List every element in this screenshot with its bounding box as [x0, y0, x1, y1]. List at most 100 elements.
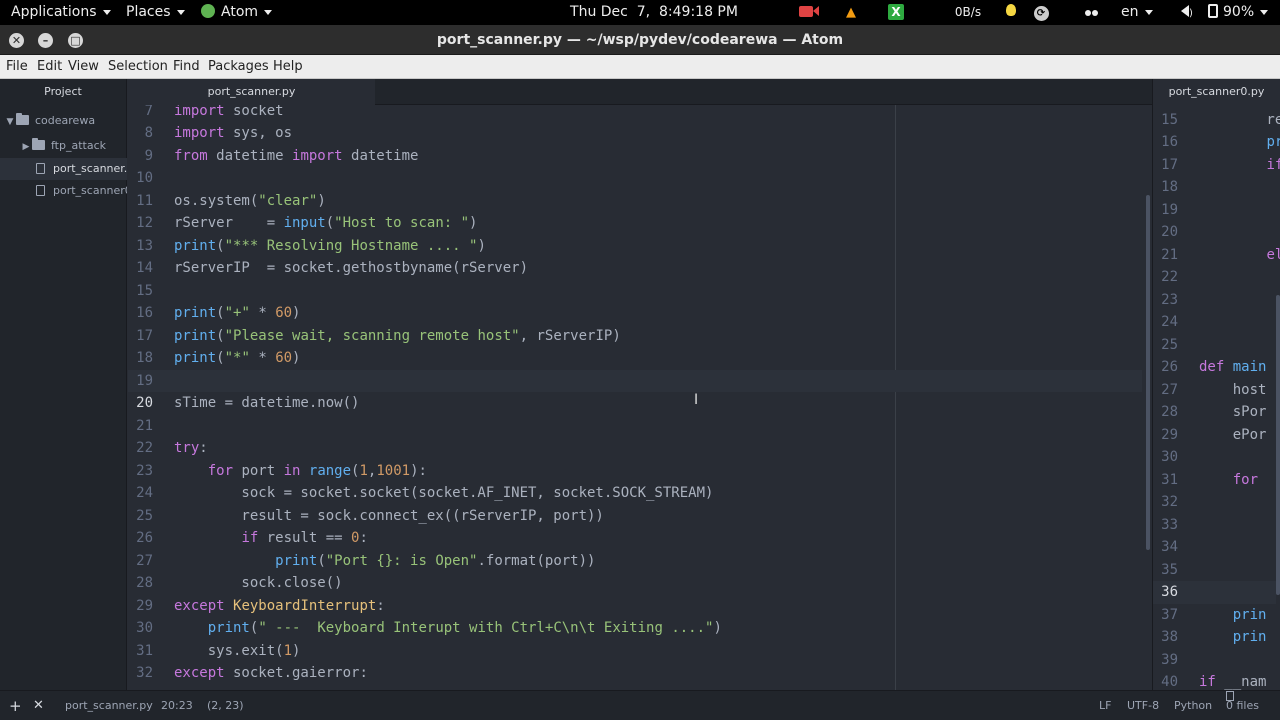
close-icon[interactable]: ✕ [33, 691, 44, 720]
code-line[interactable]: 30 [1153, 446, 1276, 469]
code-token: main [1232, 359, 1267, 375]
code-line[interactable]: 14 rServerIP = socket.gethostbyname(rServ… [128, 257, 1142, 280]
code-line[interactable]: 32 except socket.gaierror: [128, 662, 1142, 685]
code-line[interactable]: 28 sock.close() [128, 572, 1142, 595]
code-line[interactable]: 18 print("*" * 60) [128, 347, 1142, 370]
code-token: sPor [1199, 404, 1267, 420]
power-menu[interactable]: 90% [1208, 0, 1269, 25]
menu-file[interactable]: File [6, 55, 28, 79]
menu-view[interactable]: View [68, 55, 99, 79]
tab-port-scanner0[interactable]: port_scanner0.py [1153, 79, 1280, 105]
code-line[interactable]: 37 prin [1153, 604, 1276, 627]
line-number: 13 [136, 237, 153, 254]
code-line[interactable]: 12 rServer = input("Host to scan: ") [128, 212, 1142, 235]
code-line[interactable]: 40 if __nam [1153, 671, 1276, 690]
code-line[interactable]: 26 def main [1153, 356, 1276, 379]
menu-find[interactable]: Find [173, 55, 200, 79]
code-line[interactable]: 28 sPor [1153, 401, 1276, 424]
code-line[interactable]: 19 [128, 369, 1142, 392]
code-line[interactable]: 22 try: [128, 437, 1142, 460]
code-line[interactable]: 10 [128, 167, 1142, 190]
code-line[interactable]: 13 print("*** Resolving Hostname .... ") [128, 235, 1142, 258]
pointer-icon[interactable]: ⟳ [1032, 4, 1050, 21]
code-line[interactable]: 27 print("Port {}: is Open".format(port)… [128, 550, 1142, 573]
menu-edit[interactable]: Edit [37, 55, 62, 79]
code-line[interactable]: 7 import socket [128, 105, 1142, 122]
code-line[interactable]: 21 [128, 415, 1142, 438]
vlc-icon[interactable]: ▲ [843, 4, 859, 21]
code-line[interactable]: 20 sTime = datetime.now() [128, 392, 1142, 415]
code-line[interactable]: 32 [1153, 491, 1276, 514]
code-line[interactable]: 25 [1153, 334, 1276, 357]
tab-port-scanner[interactable]: port_scanner.py [128, 79, 375, 105]
code-line[interactable]: 23 [1153, 289, 1276, 312]
status-file-name[interactable]: port_scanner.py [65, 691, 153, 720]
status-cursor-position[interactable]: 20:23 [161, 691, 193, 720]
code-line[interactable]: 30 print(" --- Keyboard Interupt with Ct… [128, 617, 1142, 640]
lightbulb-icon[interactable] [1003, 4, 1019, 21]
code-line[interactable]: 36 [1153, 581, 1276, 604]
code-line[interactable]: 17 print("Please wait, scanning remote ho… [128, 325, 1142, 348]
code-line[interactable]: 24 [1153, 311, 1276, 334]
code-text: sPor [1199, 401, 1267, 424]
code-line[interactable]: 15 resu [1153, 109, 1280, 132]
volume-icon[interactable]: ) [1178, 4, 1196, 21]
close-window-button[interactable]: ✕ [9, 33, 24, 48]
code-line[interactable]: 27 host [1153, 379, 1276, 402]
code-line[interactable]: 15 [128, 280, 1142, 303]
editor-scrollbar[interactable] [1146, 195, 1150, 550]
code-line[interactable]: 29 ePor [1153, 424, 1276, 447]
tree-item-ftp-attack[interactable]: ▶ ftp_attack [0, 135, 127, 157]
code-line[interactable]: 18 [1153, 176, 1276, 199]
add-icon[interactable]: + [9, 691, 22, 720]
spreadsheet-icon[interactable]: X [887, 4, 905, 21]
minimize-icon: – [42, 34, 49, 47]
code-line[interactable]: 31 sys.exit(1) [128, 640, 1142, 663]
editor-right[interactable]: 15 resu16 prin17 if r18192021 else222324… [1153, 105, 1280, 690]
code-line[interactable]: 39 [1153, 649, 1276, 672]
code-line[interactable]: 34 [1153, 536, 1276, 559]
editor-scrollbar[interactable] [1276, 295, 1280, 595]
status-line-ending[interactable]: LF [1099, 691, 1111, 720]
code-line[interactable]: 38 prin [1153, 626, 1276, 649]
code-line[interactable]: 24 sock = socket.socket(socket.AF_INET, … [128, 482, 1142, 505]
menu-help[interactable]: Help [273, 55, 303, 79]
tree-item-port-scanner[interactable]: port_scanner.py [0, 158, 127, 180]
code-line[interactable]: 23 for port in range(1,1001): [128, 460, 1142, 483]
tree-root-folder[interactable]: ▼ codearewa [0, 110, 127, 132]
code-line[interactable]: 20 [1153, 221, 1276, 244]
tree-item-port-scanner0[interactable]: port_scanner0.py [0, 180, 127, 202]
code-line[interactable]: 9 from datetime import datetime [128, 145, 1142, 168]
code-line[interactable]: 29 except KeyboardInterrupt: [128, 595, 1142, 618]
code-token: "Port {}: is Open" [325, 552, 478, 569]
code-line[interactable]: 19 [1153, 199, 1276, 222]
menu-selection[interactable]: Selection [108, 55, 168, 79]
code-line[interactable]: 17 if r [1153, 154, 1280, 177]
menu-packages[interactable]: Packages [208, 55, 269, 79]
code-line[interactable]: 35 [1153, 559, 1276, 582]
minimize-window-button[interactable]: – [38, 33, 53, 48]
code-line[interactable]: 11 os.system("clear") [128, 190, 1142, 213]
code-line[interactable]: 16 print("+" * 60) [128, 302, 1142, 325]
line-number: 23 [136, 462, 153, 479]
code-line[interactable]: 16 prin [1153, 131, 1280, 154]
code-line[interactable]: 31 for [1153, 469, 1276, 492]
screen-recorder-icon[interactable] [798, 4, 820, 21]
code-line[interactable]: 21 else [1153, 244, 1280, 267]
code-line[interactable]: 26 if result == 0: [128, 527, 1142, 550]
code-text: import socket [174, 105, 284, 122]
left-tab-bar: port_scanner.py [128, 79, 1152, 105]
maximize-window-button[interactable]: □ [68, 33, 83, 48]
users-icon[interactable] [1082, 4, 1100, 21]
code-line[interactable]: 8 import sys, os [128, 122, 1142, 145]
editor-left[interactable]: 7 import socket 8 import sys, os 9 from datet… [128, 105, 1152, 690]
code-line[interactable]: 22 [1153, 266, 1276, 289]
code-line[interactable]: 33 [1153, 514, 1276, 537]
code-line[interactable]: 25 result = sock.connect_ex((rServerIP, … [128, 505, 1142, 528]
language-menu[interactable]: en [1121, 0, 1153, 25]
status-grammar[interactable]: Python [1174, 691, 1212, 720]
status-encoding[interactable]: UTF-8 [1127, 691, 1159, 720]
project-tab[interactable]: Project [0, 79, 126, 105]
